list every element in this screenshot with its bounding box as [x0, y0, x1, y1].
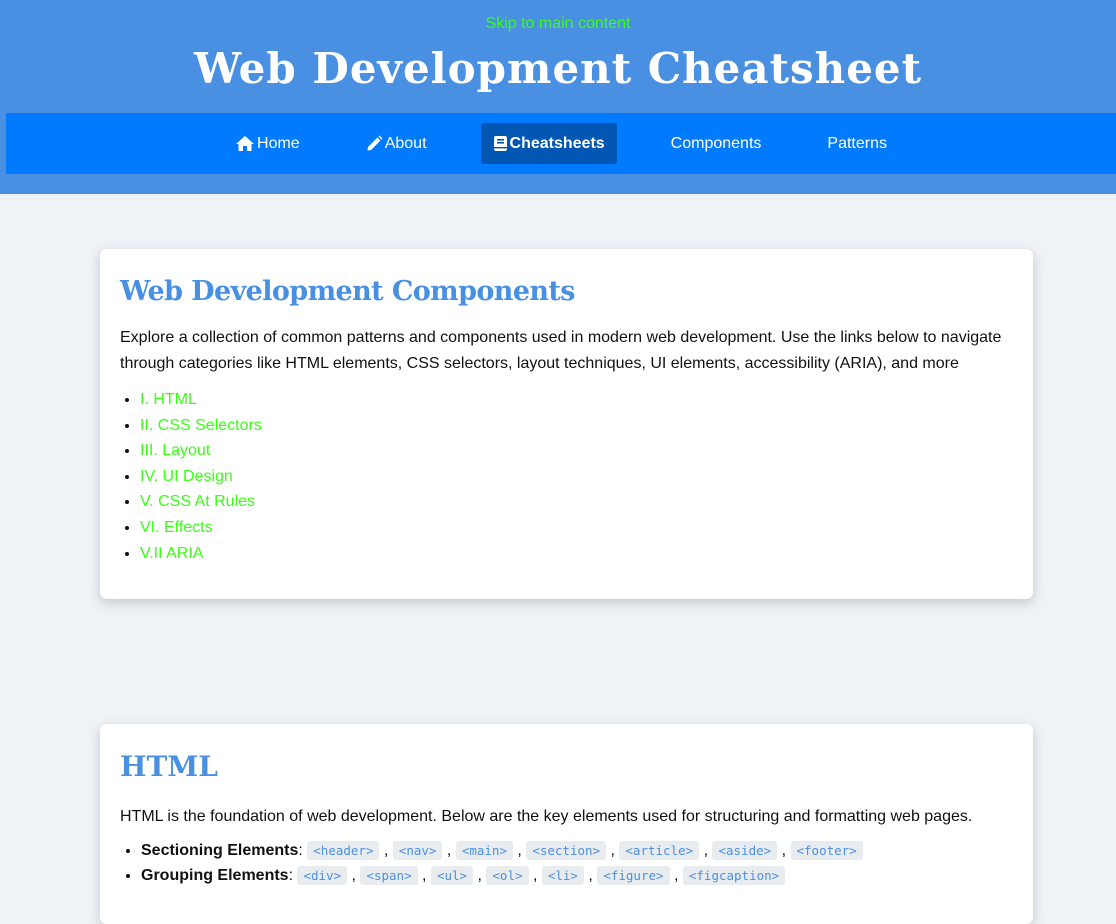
- nav-item-about[interactable]: About: [354, 123, 439, 164]
- nav-item-label: Home: [257, 134, 300, 152]
- main-nav: Home About Cheatsheets Components Patter…: [6, 113, 1116, 174]
- nav-item-label: Cheatsheets: [509, 134, 605, 152]
- element-group-sectioning: Sectioning Elements: <header> , <nav> , …: [141, 838, 1013, 863]
- toc-item: V.II ARIA: [140, 541, 1013, 567]
- tag-code: <main>: [455, 841, 513, 860]
- nav-item-label: About: [384, 134, 427, 152]
- book-icon: [493, 135, 508, 152]
- tag-code: <span>: [360, 866, 418, 885]
- nav-item-patterns[interactable]: Patterns: [815, 123, 899, 164]
- nav-item-components[interactable]: Components: [659, 123, 774, 164]
- html-section-text: HTML is the foundation of web developmen…: [120, 808, 973, 825]
- toc-item: V. CSS At Rules: [140, 489, 1013, 515]
- skip-to-main-link[interactable]: Skip to main content: [0, 15, 1116, 33]
- toc-link-css-selectors[interactable]: II. CSS Selectors: [140, 417, 262, 434]
- element-group-label: Sectioning Elements: [141, 842, 299, 859]
- tag-code: <figure>: [597, 866, 670, 885]
- site-header: Skip to main content Web Development Che…: [0, 0, 1116, 194]
- element-group-label: Grouping Elements: [141, 867, 289, 884]
- tag-code: <article>: [619, 841, 700, 860]
- table-of-contents: I. HTML II. CSS Selectors III. Layout IV…: [120, 387, 1013, 566]
- element-group-list: Sectioning Elements: <header> , <nav> , …: [120, 838, 1013, 888]
- tag-code: <aside>: [712, 841, 778, 860]
- tag-code: <nav>: [392, 841, 443, 860]
- toc-link-aria[interactable]: V.II ARIA: [140, 545, 203, 562]
- tag-code: <div>: [297, 866, 348, 885]
- toc-item: I. HTML: [140, 387, 1013, 413]
- site-title: Web Development Cheatsheet: [193, 44, 923, 93]
- toc-item: III. Layout: [140, 438, 1013, 464]
- intro-card: Web Development Components Explore a col…: [100, 249, 1033, 599]
- tag-code: <footer>: [790, 841, 863, 860]
- tag-code: <figcaption>: [682, 866, 786, 885]
- toc-link-css-at-rules[interactable]: V. CSS At Rules: [140, 493, 255, 510]
- tag-code: <section>: [526, 841, 607, 860]
- nav-item-label: Patterns: [827, 134, 887, 152]
- tag-code: <ol>: [486, 866, 529, 885]
- toc-link-layout[interactable]: III. Layout: [140, 442, 210, 459]
- intro-text: Explore a collection of common patterns …: [120, 329, 1002, 372]
- tag-code: <header>: [307, 841, 380, 860]
- html-section-card: HTML HTML is the foundation of web devel…: [100, 724, 1033, 924]
- intro-title: Web Development Components: [120, 276, 576, 307]
- html-section-title: HTML: [120, 750, 218, 783]
- toc-item: II. CSS Selectors: [140, 413, 1013, 439]
- pencil-icon: [366, 135, 383, 152]
- nav-item-label: Components: [670, 134, 762, 152]
- element-group-grouping: Grouping Elements: <div> , <span> , <ul>…: [141, 863, 1013, 888]
- nav-item-cheatsheets[interactable]: Cheatsheets: [480, 123, 617, 164]
- toc-link-html[interactable]: I. HTML: [140, 391, 197, 408]
- tag-code: <li>: [541, 866, 584, 885]
- toc-link-effects[interactable]: VI. Effects: [140, 519, 213, 536]
- nav-item-home[interactable]: Home: [223, 123, 312, 164]
- home-icon: [235, 135, 255, 152]
- toc-item: VI. Effects: [140, 515, 1013, 541]
- toc-link-ui-design[interactable]: IV. UI Design: [140, 468, 233, 485]
- tag-code: <ul>: [430, 866, 474, 885]
- toc-item: IV. UI Design: [140, 464, 1013, 490]
